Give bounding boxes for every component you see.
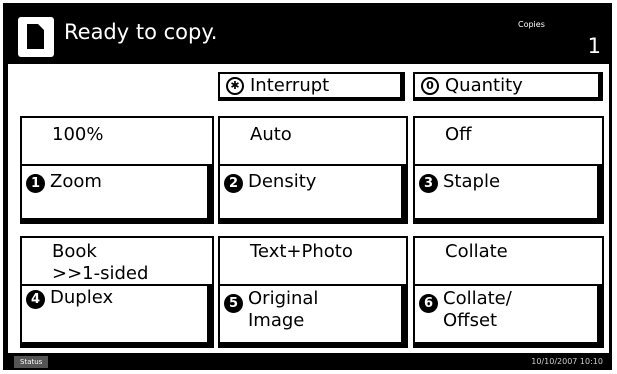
zoom-label: Zoom — [50, 171, 102, 192]
duplex-value: Book >>1-sided — [52, 241, 148, 285]
interrupt-button[interactable]: ✱ Interrupt — [218, 72, 405, 101]
main-panel: ✱ Interrupt 0 Quantity 100% 1 Zoom Auto … — [8, 64, 609, 353]
quantity-label: Quantity — [445, 75, 523, 96]
duplex-button[interactable]: 4 Duplex — [22, 284, 212, 346]
collate-offset-label-line1: Collate/ — [443, 288, 512, 309]
number-5-icon: 5 — [224, 294, 243, 313]
staple-tile: Off 3 Staple — [413, 116, 604, 224]
quantity-button[interactable]: 0 Quantity — [413, 72, 603, 101]
number-1-icon: 1 — [26, 174, 45, 193]
zoom-tile: 100% 1 Zoom — [20, 116, 214, 224]
staple-value: Off — [445, 124, 472, 145]
density-label: Density — [248, 171, 317, 192]
zoom-value: 100% — [52, 124, 104, 145]
duplex-value-line1: Book — [52, 241, 97, 262]
number-4-icon: 4 — [26, 290, 45, 309]
density-tile: Auto 2 Density — [218, 116, 408, 224]
copy-document-icon — [18, 17, 54, 57]
status-message: Ready to copy. — [64, 20, 218, 44]
zoom-button[interactable]: 1 Zoom — [22, 164, 212, 222]
number-6-icon: 6 — [419, 294, 438, 313]
duplex-label: Duplex — [50, 287, 114, 308]
original-image-value: Text+Photo — [250, 241, 353, 262]
collate-offset-tile: Collate 6 Collate/ Offset — [413, 236, 604, 348]
staple-label: Staple — [443, 171, 501, 192]
status-bar: Status 10/10/2007 10:10 — [8, 355, 609, 369]
density-button[interactable]: 2 Density — [220, 164, 406, 222]
duplex-tile: Book >>1-sided 4 Duplex — [20, 236, 214, 348]
copies-count: 1 — [587, 34, 601, 58]
copies-label: Copies — [518, 20, 545, 29]
status-button[interactable]: Status — [14, 356, 49, 368]
header-bar: Ready to copy. Copies 1 — [8, 8, 609, 64]
interrupt-label: Interrupt — [250, 75, 330, 96]
datetime-display: 10/10/2007 10:10 — [531, 357, 603, 366]
original-image-button[interactable]: 5 Original Image — [220, 284, 406, 346]
original-image-label: Original Image — [248, 288, 318, 332]
duplex-value-line2: >>1-sided — [52, 263, 149, 284]
copy-panel-screen: Ready to copy. Copies 1 ✱ Interrupt 0 Qu… — [3, 3, 612, 370]
number-3-icon: 3 — [419, 174, 438, 193]
collate-offset-label-line2: Offset — [443, 310, 498, 331]
collate-offset-button[interactable]: 6 Collate/ Offset — [415, 284, 602, 346]
zero-circle-icon: 0 — [421, 76, 439, 95]
original-image-label-line1: Original — [248, 288, 319, 309]
original-image-label-line2: Image — [248, 310, 305, 331]
collate-offset-label: Collate/ Offset — [443, 288, 512, 332]
staple-button[interactable]: 3 Staple — [415, 164, 602, 222]
original-image-tile: Text+Photo 5 Original Image — [218, 236, 408, 348]
asterisk-circle-icon: ✱ — [226, 76, 244, 95]
number-2-icon: 2 — [224, 174, 243, 193]
density-value: Auto — [250, 124, 292, 145]
collate-offset-value: Collate — [445, 241, 508, 262]
